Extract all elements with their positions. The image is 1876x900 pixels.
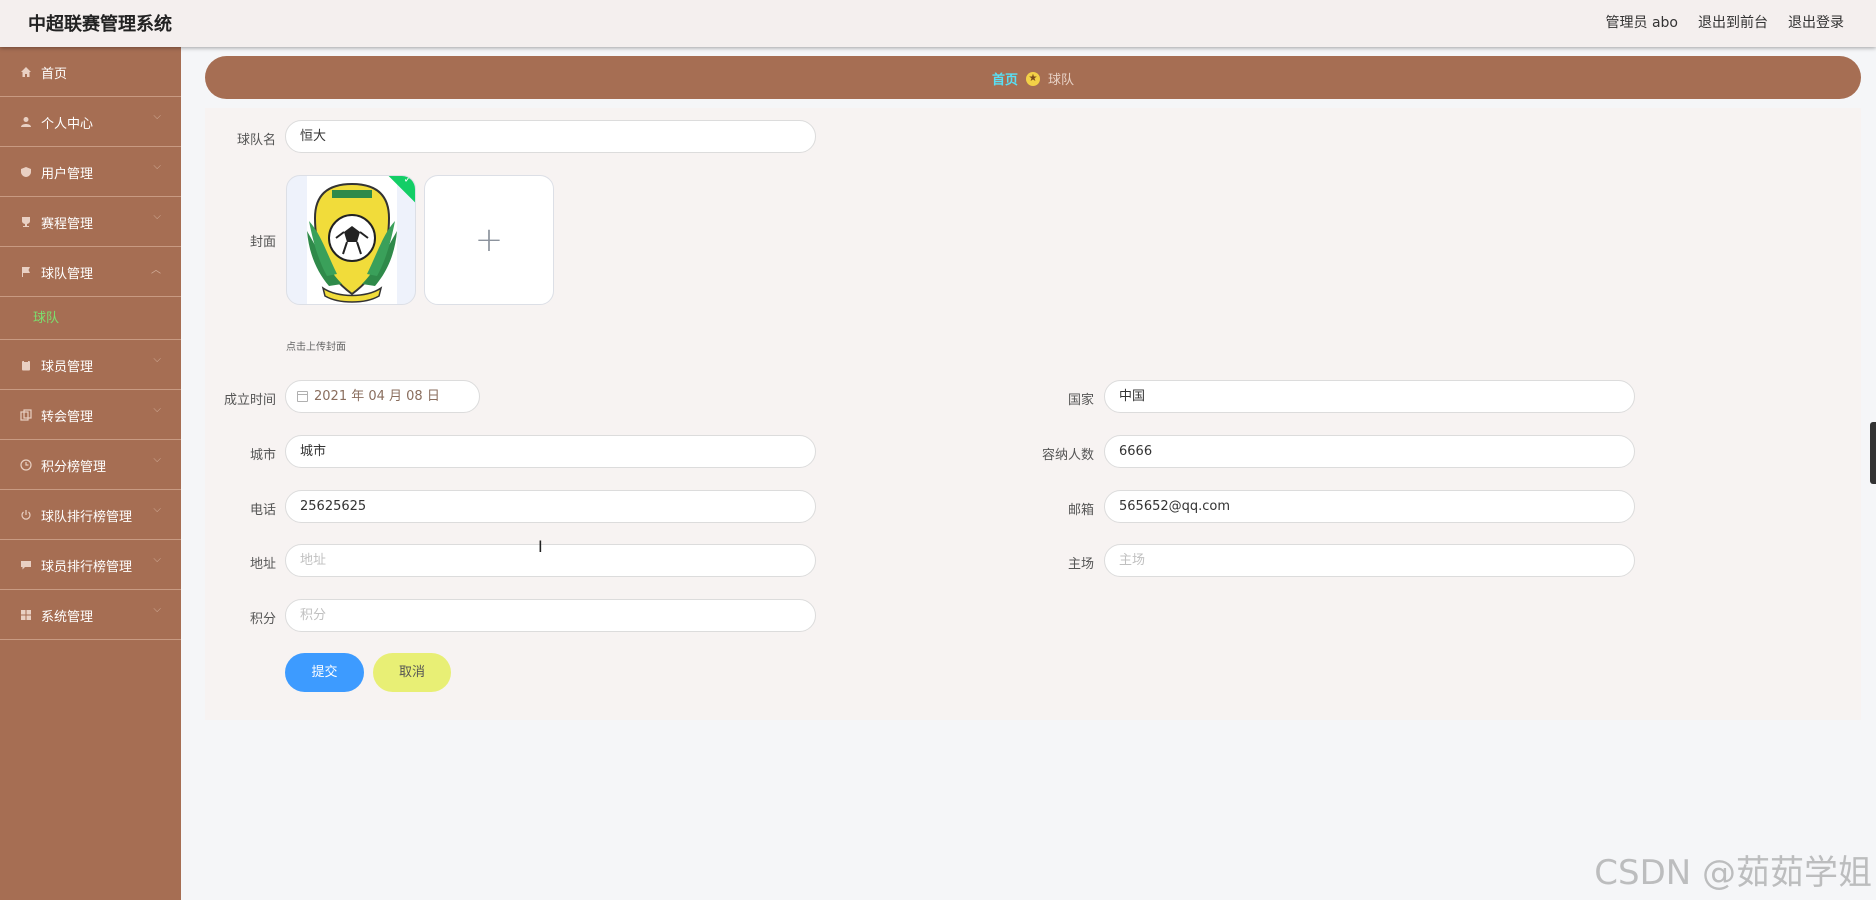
- check-icon: ✓: [403, 175, 412, 186]
- plus-icon: +: [474, 220, 504, 260]
- home-ground-label: 主场: [1067, 557, 1094, 572]
- to-frontend-link[interactable]: 退出到前台: [1698, 12, 1768, 32]
- chevron-down-icon: ⌵: [153, 504, 161, 515]
- sidebar-item-personal-center[interactable]: 个人中心 ⌵: [0, 97, 181, 147]
- star-icon: ★: [1026, 71, 1040, 86]
- capacity-input[interactable]: 6666: [1104, 435, 1635, 468]
- country-input[interactable]: 中国: [1104, 380, 1635, 413]
- founded-date-value: 2021 年 04 月 08 日: [314, 389, 440, 404]
- sidebar-item-system-management[interactable]: 系统管理 ⌵: [0, 590, 181, 640]
- chevron-up-icon: ︿: [151, 265, 161, 276]
- chevron-down-icon: ⌵: [153, 454, 161, 465]
- team-name-label: 球队名: [236, 133, 276, 148]
- cover-image-thumbnail[interactable]: ✓: [286, 175, 416, 305]
- sidebar-item-player-management[interactable]: 球员管理 ⌵: [0, 340, 181, 390]
- home-ground-input[interactable]: 主场: [1104, 544, 1635, 577]
- text-cursor-icon: I: [538, 537, 543, 556]
- sidebar-subitem-label: 球队: [33, 311, 60, 326]
- capacity-label: 容纳人数: [1041, 448, 1094, 463]
- breadcrumb: 首页 ★ 球队: [205, 56, 1861, 99]
- grid-icon: [21, 610, 31, 620]
- sidebar-item-label: 转会管理: [41, 410, 94, 425]
- sidebar-item-schedule-management[interactable]: 赛程管理 ⌵: [0, 197, 181, 247]
- power-icon: [21, 510, 31, 520]
- csdn-watermark: CSDN @茹茹学姐: [1594, 853, 1872, 893]
- cover-upload-button[interactable]: +: [424, 175, 554, 305]
- sidebar-item-player-ranking-management[interactable]: 球员排行榜管理 ⌵: [0, 540, 181, 590]
- country-label: 国家: [1067, 393, 1094, 408]
- sidebar-subitem-team[interactable]: 球队: [0, 297, 181, 340]
- sidebar-item-label: 积分榜管理: [41, 460, 107, 475]
- breadcrumb-home-link[interactable]: 首页: [992, 69, 1018, 88]
- breadcrumb-current: 球队: [1048, 73, 1075, 88]
- sidebar-item-standings-management[interactable]: 积分榜管理 ⌵: [0, 440, 181, 490]
- founded-date-picker[interactable]: 2021 年 04 月 08 日: [285, 380, 480, 413]
- chevron-down-icon: ⌵: [153, 554, 161, 565]
- phone-input[interactable]: 25625625: [285, 490, 816, 523]
- cover-label: 封面: [249, 235, 276, 250]
- sidebar-item-label: 系统管理: [41, 610, 94, 625]
- sidebar: 首页 个人中心 ⌵ 用户管理 ⌵ 赛程管理 ⌵ 球队管理 ︿ 球队 球员管理 ⌵…: [0, 47, 181, 900]
- sidebar-item-label: 首页: [41, 67, 68, 82]
- sidebar-item-label: 球队排行榜管理: [41, 510, 133, 525]
- cancel-button[interactable]: 取消: [373, 653, 451, 692]
- header-links: 管理员 abo 退出到前台 退出登录: [1606, 12, 1844, 32]
- trophy-icon: [22, 217, 30, 227]
- chevron-down-icon: ⌵: [153, 211, 161, 222]
- points-input[interactable]: 积分: [285, 599, 816, 632]
- app-title: 中超联赛管理系统: [28, 14, 172, 35]
- address-input[interactable]: 地址: [285, 544, 816, 577]
- logout-link[interactable]: 退出登录: [1788, 12, 1844, 32]
- team-name-input[interactable]: 恒大: [285, 120, 816, 153]
- copy-icon: [20, 409, 32, 421]
- points-label: 积分: [249, 612, 276, 627]
- address-label: 地址: [249, 557, 276, 572]
- sidebar-item-user-management[interactable]: 用户管理 ⌵: [0, 147, 181, 197]
- home-icon: [21, 67, 31, 77]
- shield-icon: [21, 167, 31, 177]
- clipboard-icon: [22, 360, 30, 371]
- founded-date-label: 成立时间: [223, 393, 276, 408]
- sidebar-item-label: 用户管理: [41, 167, 94, 182]
- phone-label: 电话: [249, 503, 276, 518]
- sidebar-item-team-management[interactable]: 球队管理 ︿: [0, 247, 181, 297]
- top-header: 中超联赛管理系统 管理员 abo 退出到前台 退出登录: [0, 0, 1876, 47]
- clock-icon: [20, 459, 32, 471]
- calendar-icon: [297, 391, 308, 402]
- email-input[interactable]: 565652@qq.com: [1104, 490, 1635, 523]
- sidebar-item-label: 个人中心: [41, 117, 94, 132]
- chevron-down-icon: ⌵: [153, 354, 161, 365]
- city-label: 城市: [249, 448, 276, 463]
- flag-icon: [22, 267, 30, 277]
- chevron-down-icon: ⌵: [153, 404, 161, 415]
- chevron-down-icon: ⌵: [153, 111, 161, 122]
- chevron-down-icon: ⌵: [153, 604, 161, 615]
- chat-icon: [21, 561, 31, 570]
- sidebar-item-label: 球员排行榜管理: [41, 560, 133, 575]
- sidebar-item-home[interactable]: 首页: [0, 47, 181, 97]
- sidebar-item-transfer-management[interactable]: 转会管理 ⌵: [0, 390, 181, 440]
- sidebar-item-label: 球队管理: [41, 267, 94, 282]
- city-input[interactable]: 城市: [285, 435, 816, 468]
- sidebar-item-label: 赛程管理: [41, 217, 94, 232]
- cover-upload-hint: 点击上传封面: [286, 342, 346, 353]
- chevron-down-icon: ⌵: [153, 161, 161, 172]
- sidebar-item-team-ranking-management[interactable]: 球队排行榜管理 ⌵: [0, 490, 181, 540]
- submit-button[interactable]: 提交: [285, 653, 364, 692]
- user-icon: [21, 117, 31, 127]
- sidebar-item-label: 球员管理: [41, 360, 94, 375]
- page-scrollbar[interactable]: [1870, 422, 1876, 484]
- team-logo-image: [307, 176, 397, 304]
- email-label: 邮箱: [1067, 503, 1094, 518]
- admin-user-label[interactable]: 管理员 abo: [1606, 12, 1678, 32]
